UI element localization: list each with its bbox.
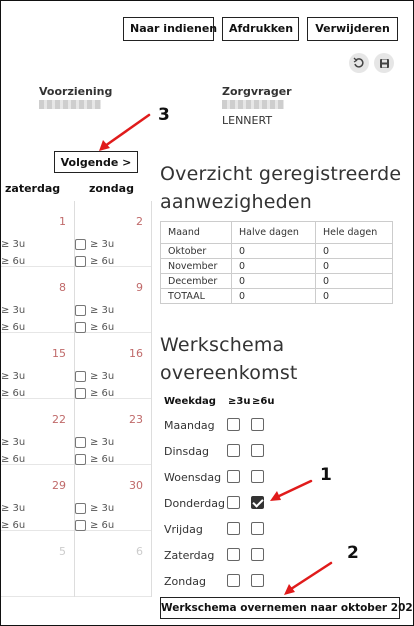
arrow-1-icon	[275, 479, 313, 499]
arrow-3-head-icon	[99, 140, 110, 151]
annotation-1: 1	[320, 465, 332, 485]
arrow-2-icon	[289, 561, 333, 591]
arrow-2-head-icon	[284, 584, 295, 595]
annotation-3: 3	[158, 105, 170, 125]
arrow-3-icon	[103, 113, 151, 148]
annotation-overlay	[99, 113, 333, 595]
annotation-2: 2	[347, 543, 359, 563]
page: Naar indienen Afdrukken Verwijderen Voor…	[0, 0, 414, 626]
